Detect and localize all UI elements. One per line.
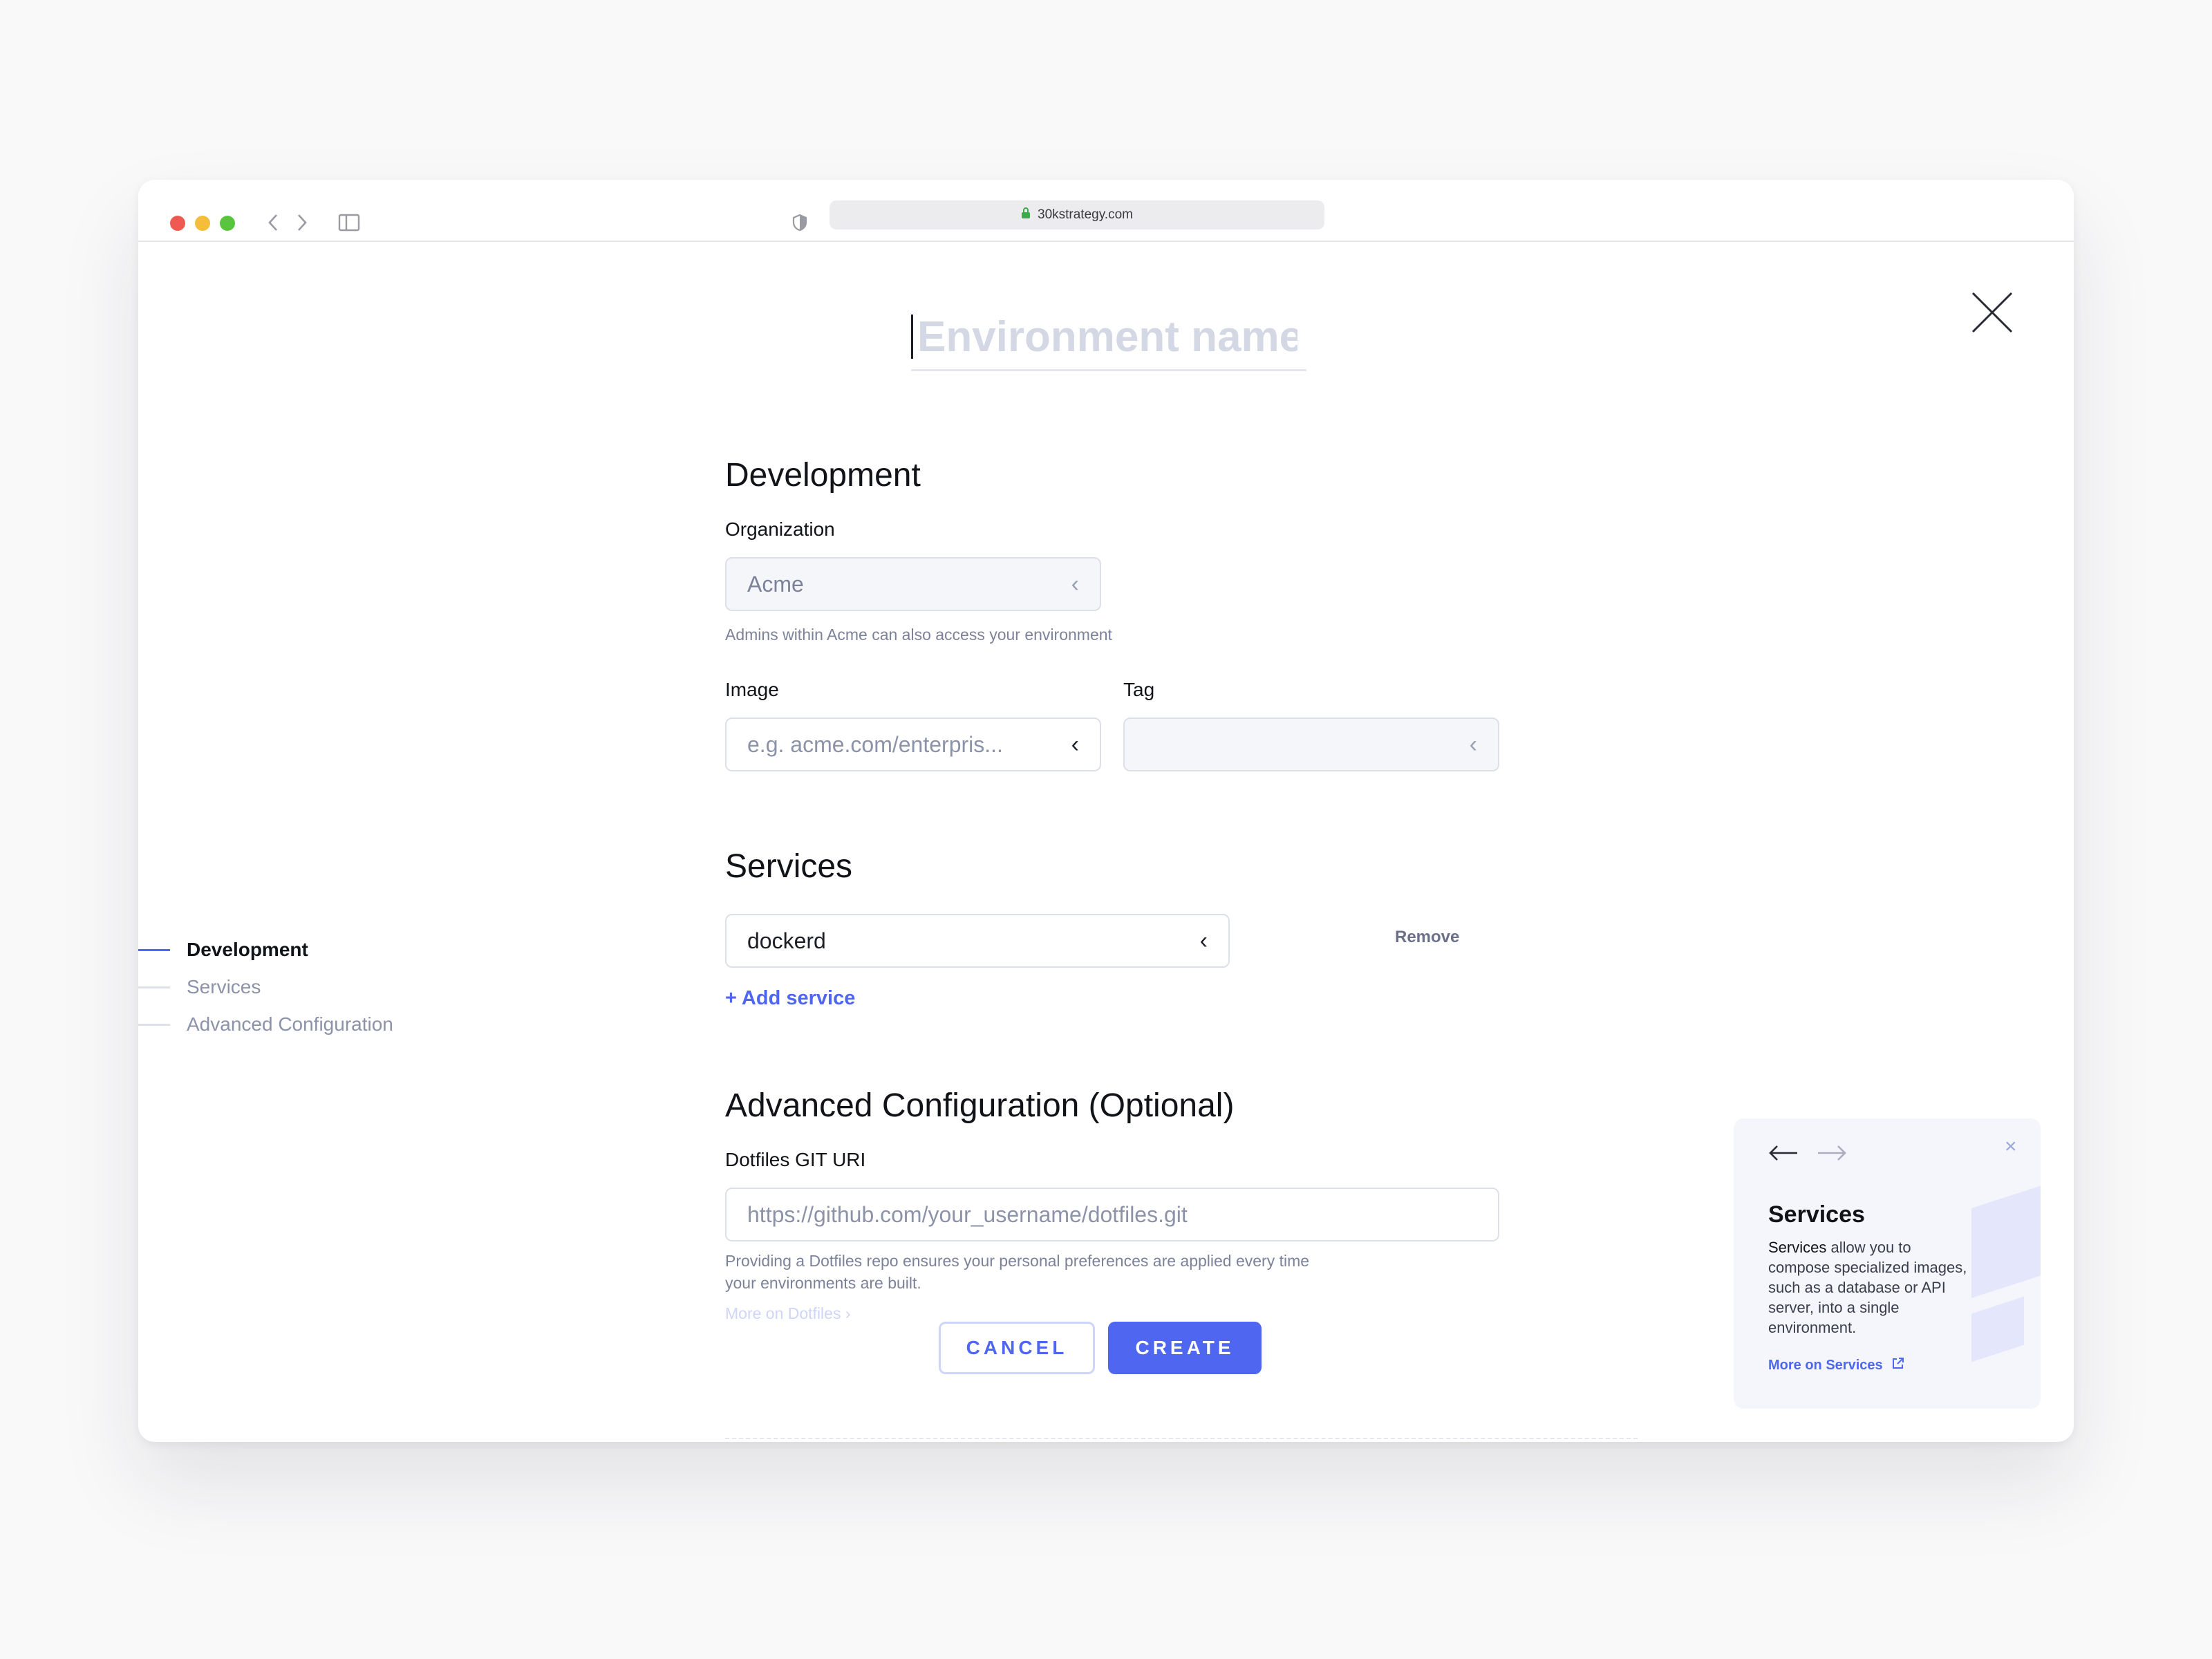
environment-name-wrapper xyxy=(911,304,1306,371)
back-icon[interactable] xyxy=(263,207,283,238)
help-body-term: Services xyxy=(1768,1239,1827,1256)
organization-hint: Admins within Acme can also access your … xyxy=(725,626,1112,644)
dotfiles-input[interactable]: https://github.com/your_username/dotfile… xyxy=(725,1188,1499,1241)
nav-indicator xyxy=(138,1023,170,1026)
image-select[interactable]: e.g. acme.com/enterpris... ‹ xyxy=(725,718,1101,771)
nav-label: Development xyxy=(187,939,308,960)
section-nav-item-services[interactable]: Services xyxy=(138,968,393,1006)
remove-service-button[interactable]: Remove xyxy=(1395,928,1459,947)
cancel-button[interactable]: CANCEL xyxy=(939,1322,1095,1374)
text-caret xyxy=(911,315,913,359)
lock-icon xyxy=(1021,207,1031,223)
dotfiles-label: Dotfiles GIT URI xyxy=(725,1149,866,1170)
dotfiles-hint-line-2: your environments are built. xyxy=(725,1274,921,1292)
chevron-left-icon: ‹ xyxy=(1199,927,1208,954)
help-title: Services xyxy=(1768,1201,1865,1228)
chevron-left-icon: ‹ xyxy=(1071,570,1079,597)
organization-value: Acme xyxy=(747,571,804,597)
help-more-label: More on Services xyxy=(1768,1357,1883,1373)
decorative-shape xyxy=(1971,1296,2024,1362)
address-bar[interactable]: 30kstrategy.com xyxy=(830,200,1324,229)
create-button[interactable]: CREATE xyxy=(1108,1322,1262,1374)
development-title: Development xyxy=(725,457,921,494)
shield-icon[interactable] xyxy=(789,207,810,238)
arrow-right-icon[interactable] xyxy=(1817,1145,1847,1165)
section-nav-item-advanced[interactable]: Advanced Configuration xyxy=(138,1006,393,1043)
bottom-divider xyxy=(725,1438,1638,1442)
chevron-left-icon: ‹ xyxy=(1469,731,1477,758)
sidebar-icon[interactable] xyxy=(337,210,361,235)
organization-select[interactable]: Acme ‹ xyxy=(725,557,1101,611)
more-on-services-link[interactable]: More on Services xyxy=(1768,1356,1905,1374)
browser-toolbar: 30kstrategy.com xyxy=(138,180,2074,242)
url-text: 30kstrategy.com xyxy=(1038,207,1133,222)
help-close-icon[interactable]: × xyxy=(2005,1135,2017,1159)
close-icon[interactable] xyxy=(1970,290,2014,335)
environment-name-input[interactable] xyxy=(917,312,1297,362)
image-label: Image xyxy=(725,679,779,700)
tag-label: Tag xyxy=(1123,679,1155,700)
arrow-left-icon[interactable] xyxy=(1768,1145,1799,1165)
window-close-button[interactable] xyxy=(170,216,185,231)
organization-label: Organization xyxy=(725,518,835,540)
advanced-config-title: Advanced Configuration (Optional) xyxy=(725,1087,1235,1124)
dotfiles-placeholder: https://github.com/your_username/dotfile… xyxy=(747,1201,1188,1227)
services-title: Services xyxy=(725,848,853,885)
nav-label: Services xyxy=(187,976,261,997)
add-service-button[interactable]: + Add service xyxy=(725,987,855,1010)
browser-window: 30kstrategy.com Development Organization… xyxy=(138,180,2074,1442)
decorative-shape xyxy=(1971,1183,2041,1298)
external-link-icon xyxy=(1891,1356,1905,1374)
service-value: dockerd xyxy=(747,928,826,953)
forward-icon[interactable] xyxy=(292,207,312,238)
chevron-left-icon: ‹ xyxy=(1071,731,1079,758)
help-nav xyxy=(1768,1145,1847,1165)
nav-label: Advanced Configuration xyxy=(187,1013,393,1035)
window-minimize-button[interactable] xyxy=(195,216,210,231)
section-nav: Development Services Advanced Configurat… xyxy=(138,931,393,1043)
more-on-dotfiles-link[interactable]: More on Dotfiles › xyxy=(725,1304,851,1323)
help-body: Services allow you to compose specialize… xyxy=(1768,1237,1976,1338)
dotfiles-hint-line-1: Providing a Dotfiles repo ensures your p… xyxy=(725,1252,1310,1270)
nav-indicator xyxy=(138,986,170,988)
help-card: × Services Services allow you to compose… xyxy=(1734,1118,2041,1409)
service-select[interactable]: dockerd ‹ xyxy=(725,914,1230,968)
window-zoom-button[interactable] xyxy=(220,216,235,231)
nav-indicator xyxy=(138,948,170,951)
section-nav-item-development[interactable]: Development xyxy=(138,931,393,968)
tag-select[interactable]: ‹ xyxy=(1123,718,1499,771)
image-placeholder: e.g. acme.com/enterpris... xyxy=(747,731,1003,757)
